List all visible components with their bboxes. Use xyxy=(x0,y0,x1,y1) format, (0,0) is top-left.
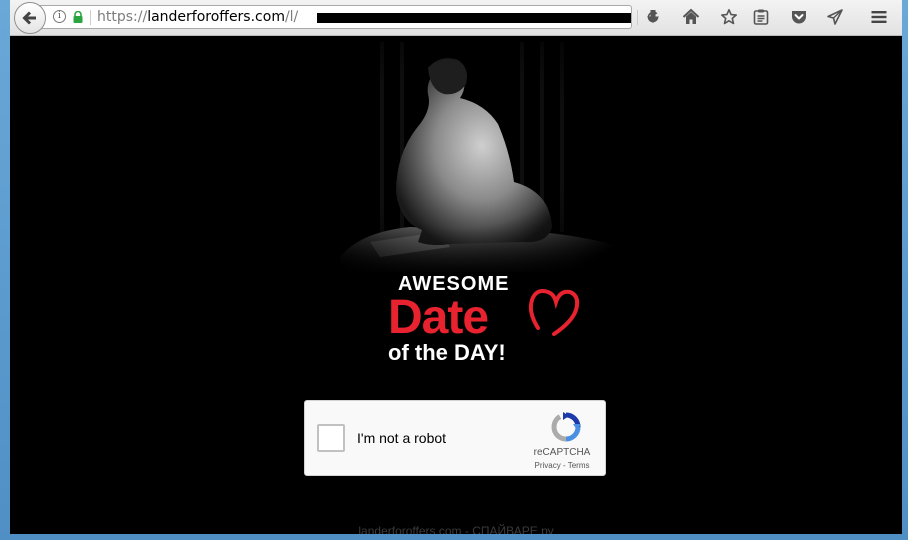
recaptcha-brand-text: reCAPTCHA xyxy=(533,447,591,458)
url-scheme: https:// xyxy=(97,9,148,25)
url-path: /l/ xyxy=(284,9,299,25)
heart-icon xyxy=(528,289,580,336)
recaptcha-link-separator: - xyxy=(560,461,568,470)
recaptcha-links: Privacy - Terms xyxy=(521,461,603,471)
back-arrow-icon xyxy=(22,11,36,25)
lock-icon[interactable] xyxy=(72,11,84,23)
recaptcha-privacy-link[interactable]: Privacy xyxy=(535,461,561,470)
hero-photo xyxy=(300,42,620,272)
back-button[interactable] xyxy=(14,2,46,34)
window-border-left xyxy=(0,0,10,540)
url-host: landerforoffers.com xyxy=(147,9,285,25)
url-separator xyxy=(90,10,91,25)
send-tab-icon[interactable] xyxy=(826,8,844,26)
recaptcha-terms-link[interactable]: Terms xyxy=(568,461,590,470)
page-content: AWESOME Date of the DAY! I'm not a robot… xyxy=(10,36,902,534)
browser-window: i https://landerforoffers.com/l/ AWESOME… xyxy=(0,0,908,540)
url-bar[interactable]: i https://landerforoffers.com/l/ xyxy=(38,5,659,29)
watermark-text: landerforoffers.com - СПАЙВАРЕ.ру xyxy=(358,524,554,534)
recaptcha-widget: I'm not a robot reCAPTCHA Privacy - Term… xyxy=(304,400,606,476)
home-icon[interactable] xyxy=(682,8,700,26)
pocket-icon[interactable] xyxy=(790,8,808,26)
reading-list-icon[interactable] xyxy=(752,8,770,26)
url-text[interactable]: https://landerforoffers.com/l/ xyxy=(97,8,298,26)
awesome-date-logo: AWESOME Date of the DAY! xyxy=(380,272,580,372)
download-icon[interactable] xyxy=(644,8,662,26)
hamburger-menu-icon[interactable] xyxy=(870,8,888,26)
recaptcha-label: I'm not a robot xyxy=(357,430,447,446)
reload-separator xyxy=(637,10,638,25)
logo-date-text: Date xyxy=(388,291,489,344)
window-border-bottom xyxy=(0,534,908,540)
window-border-right xyxy=(902,0,908,540)
url-redacted-bar xyxy=(317,13,631,23)
logo-of-the-day-text: of the DAY! xyxy=(388,340,506,365)
recaptcha-logo-icon xyxy=(551,412,581,442)
navigation-toolbar: i https://landerforoffers.com/l/ xyxy=(0,0,908,36)
info-icon[interactable]: i xyxy=(53,10,66,23)
star-icon[interactable] xyxy=(720,8,738,26)
recaptcha-checkbox[interactable] xyxy=(317,424,345,452)
